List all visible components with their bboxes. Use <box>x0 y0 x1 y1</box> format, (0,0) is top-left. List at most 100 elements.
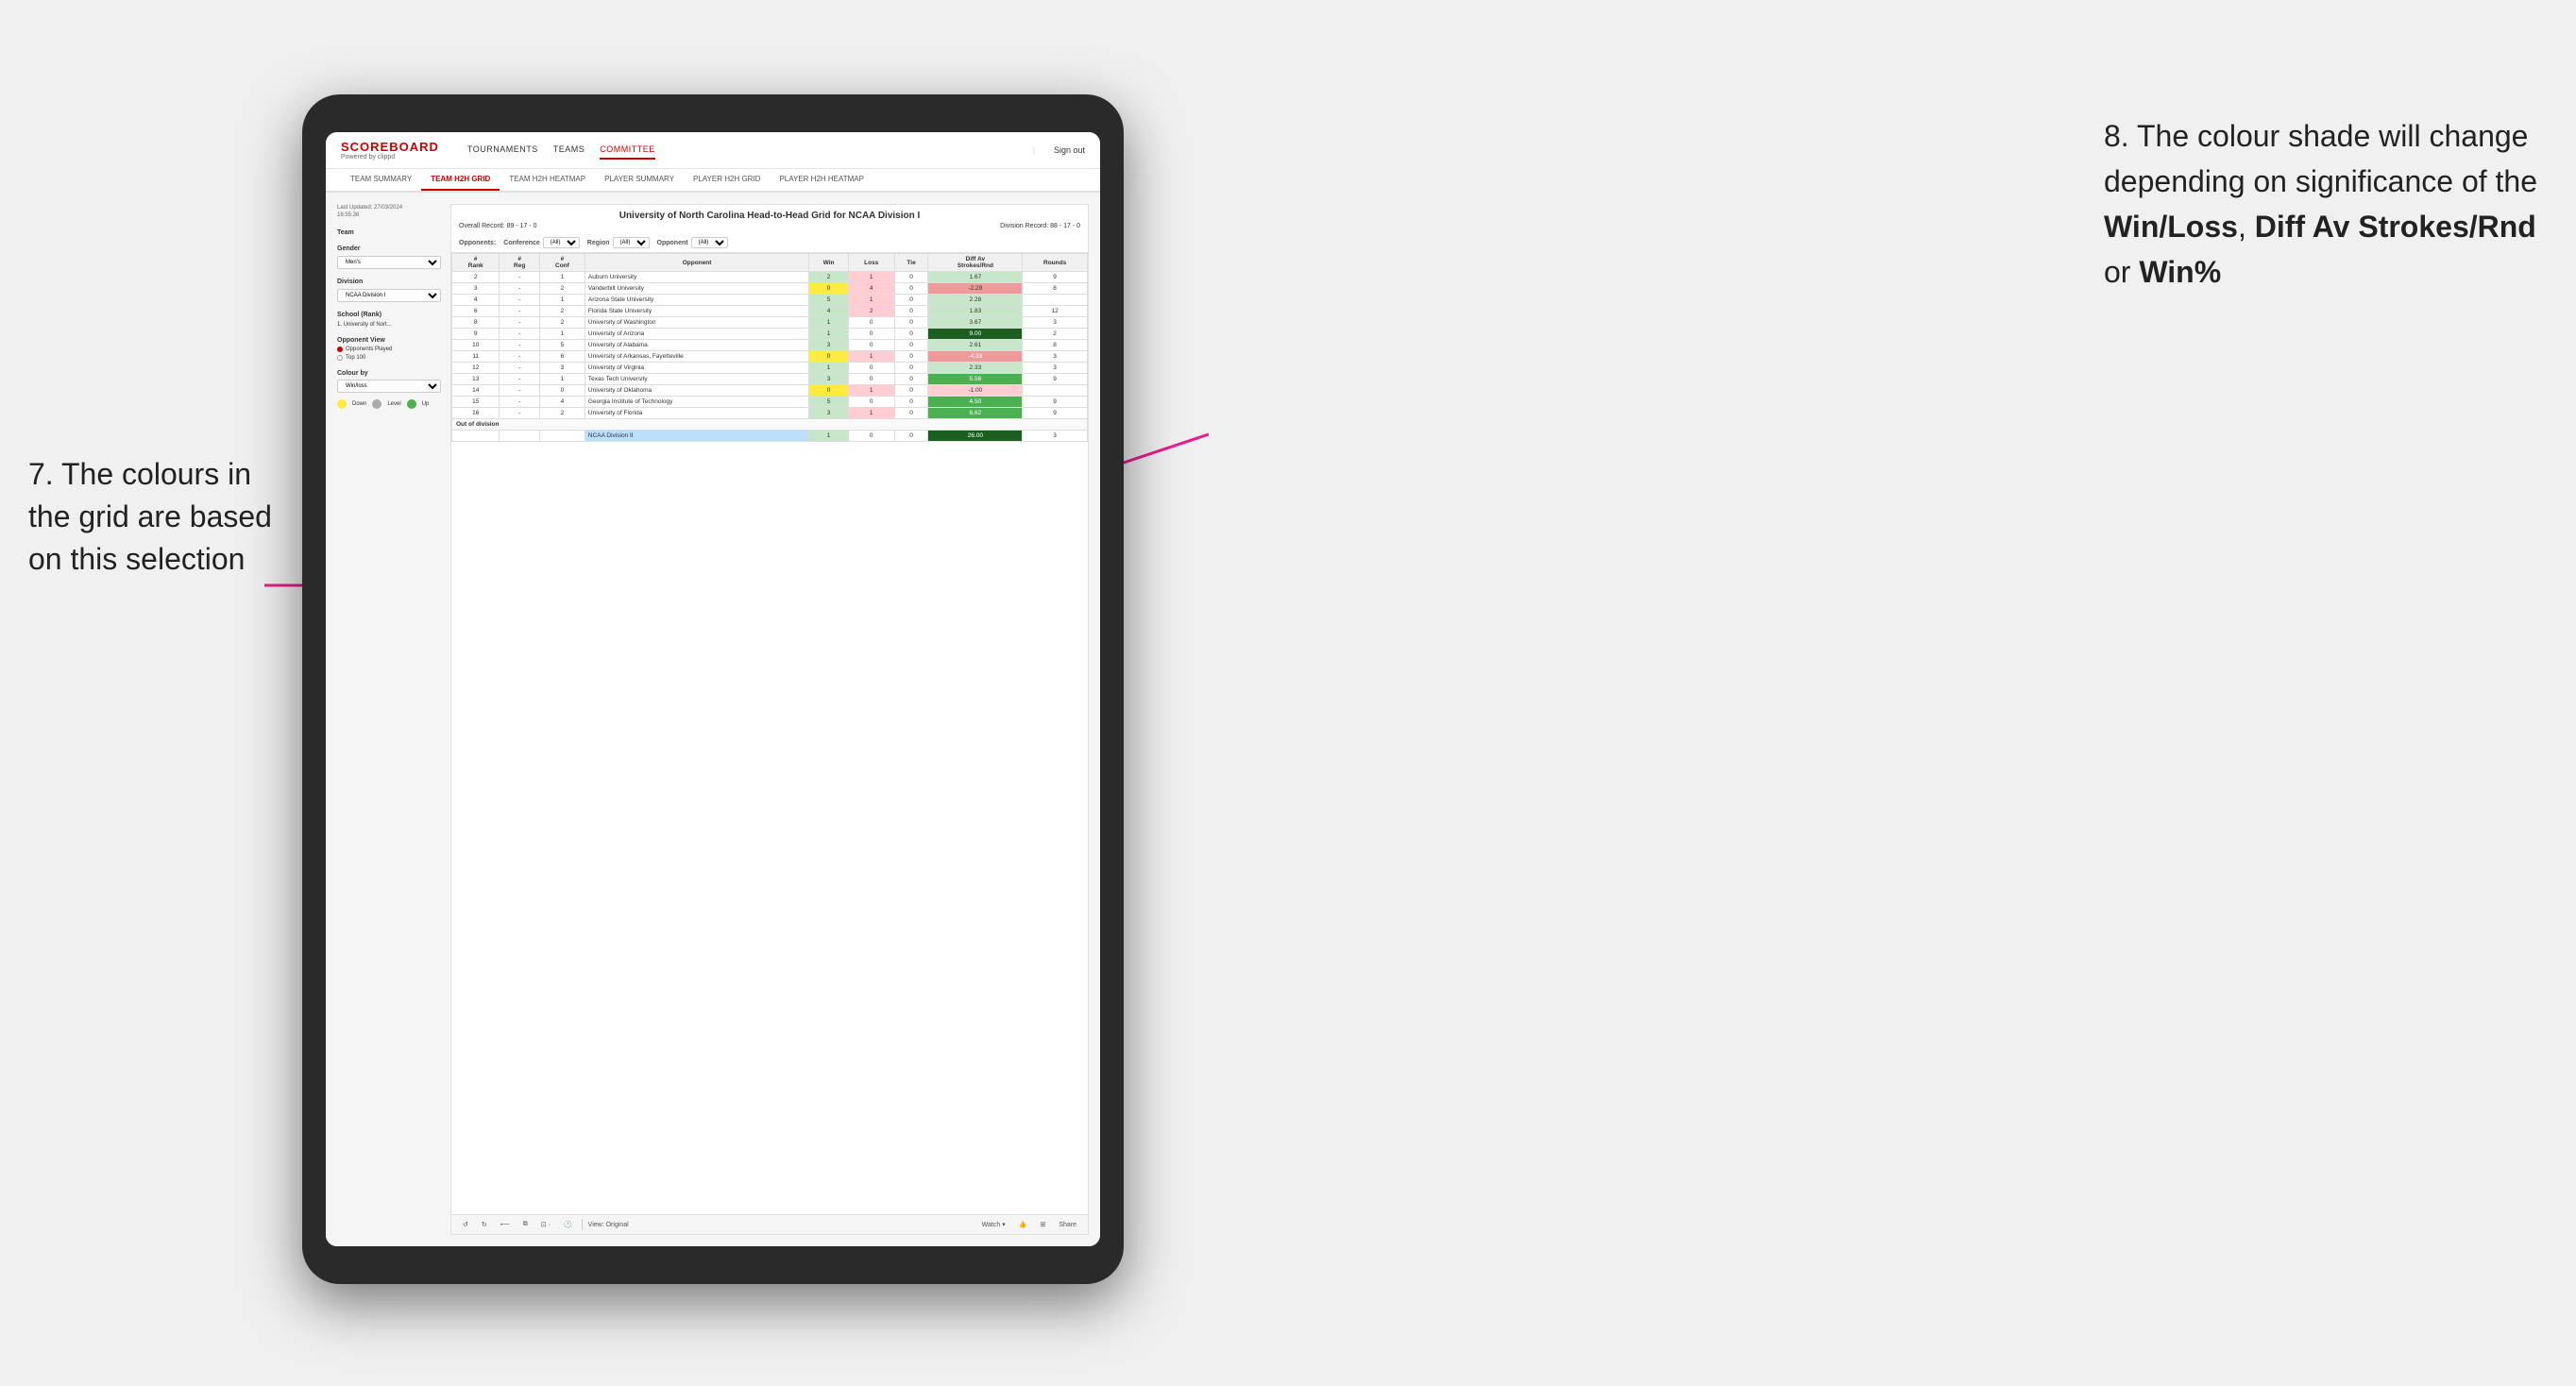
cell-rounds: 3 <box>1023 351 1088 363</box>
toolbar-redo[interactable]: ↻ <box>478 1219 491 1230</box>
th-rank: #Rank <box>452 254 500 272</box>
cell-loss: 2 <box>848 306 894 317</box>
cell-reg: - <box>500 397 539 408</box>
cell-win: 0 <box>809 385 849 397</box>
team-label: Team <box>337 229 441 236</box>
toolbar-grid-icon[interactable]: ⊞ <box>1036 1219 1049 1230</box>
cell-diff: -1.00 <box>928 385 1023 397</box>
cell-opponent: Texas Tech University <box>585 374 808 385</box>
sub-nav-player-h2h-heatmap[interactable]: PLAYER H2H HEATMAP <box>770 169 873 191</box>
cell-loss: 4 <box>848 283 894 295</box>
cell-conf: 0 <box>539 385 585 397</box>
region-select[interactable]: (All) <box>613 237 650 248</box>
toolbar-watch[interactable]: Watch ▾ <box>978 1219 1009 1230</box>
table-row: 6 - 2 Florida State University 4 2 0 1.8… <box>452 306 1088 317</box>
cell-conf: 2 <box>539 283 585 295</box>
th-tie: Tie <box>894 254 928 272</box>
sign-out-link[interactable]: Sign out <box>1054 145 1085 155</box>
tablet-screen: SCOREBOARD Powered by clippd TOURNAMENTS… <box>326 132 1100 1246</box>
toolbar-clock[interactable]: 🕐 <box>560 1219 576 1230</box>
toolbar-undo[interactable]: ↺ <box>459 1219 472 1230</box>
opponent-select[interactable]: (All) <box>691 237 728 248</box>
sub-nav-player-summary[interactable]: PLAYER SUMMARY <box>595 169 684 191</box>
table-row: 10 - 5 University of Alabama 3 0 0 2.61 … <box>452 340 1088 351</box>
conference-select[interactable]: (All) <box>543 237 580 248</box>
main-content: Last Updated: 27/03/2024 16:55:38 Team G… <box>326 193 1100 1246</box>
filter-opponent: Opponent (All) <box>657 237 728 248</box>
conference-label: Conference <box>503 240 540 246</box>
cell-opponent: University of Virginia <box>585 363 808 374</box>
cell-conf: 2 <box>539 317 585 329</box>
colour-by-select[interactable]: Win/loss <box>337 380 441 393</box>
nav-teams[interactable]: TEAMS <box>553 141 585 160</box>
toolbar-share[interactable]: Share <box>1055 1220 1080 1230</box>
cell-rounds: 9 <box>1023 272 1088 283</box>
cell-loss: 0 <box>848 340 894 351</box>
table-container[interactable]: #Rank #Reg #Conf Opponent Win Loss Tie D… <box>451 253 1088 1214</box>
table-row: 12 - 3 University of Virginia 1 0 0 2.33… <box>452 363 1088 374</box>
cell-win: 4 <box>809 306 849 317</box>
cell-conf: 1 <box>539 374 585 385</box>
cell-reg: - <box>500 272 539 283</box>
cell-win: 5 <box>809 295 849 306</box>
cell-opponent: University of Florida <box>585 408 808 419</box>
opponent-view-section: Opponent View Opponents Played Top 100 <box>337 337 441 361</box>
radio-opponents-played[interactable]: Opponents Played <box>337 346 441 352</box>
cell-tie: 0 <box>894 408 928 419</box>
bottom-toolbar: ↺ ↻ ⟵ ⧉ ⊡ · 🕐 View: Original Watch ▾ 👍 ⊞… <box>451 1214 1088 1234</box>
cell-rounds: 9 <box>1023 374 1088 385</box>
sidebar: Last Updated: 27/03/2024 16:55:38 Team G… <box>337 204 441 1235</box>
radio-top-100[interactable]: Top 100 <box>337 355 441 361</box>
nav-committee[interactable]: COMMITTEE <box>600 141 655 160</box>
cell-conf: 3 <box>539 363 585 374</box>
cell-rank: 10 <box>452 340 500 351</box>
cell-reg: - <box>500 408 539 419</box>
sub-nav-team-h2h-grid[interactable]: TEAM H2H GRID <box>421 169 500 191</box>
cell-rounds: 12 <box>1023 306 1088 317</box>
sub-nav-player-h2h-grid[interactable]: PLAYER H2H GRID <box>684 169 770 191</box>
cell-opponent: University of Arizona <box>585 329 808 340</box>
sub-nav-team-summary[interactable]: TEAM SUMMARY <box>341 169 421 191</box>
toolbar-back[interactable]: ⟵ <box>497 1219 514 1230</box>
toolbar-paste[interactable]: ⊡ · <box>537 1219 554 1230</box>
legend-down-label: Down <box>352 401 366 407</box>
filter-region: Region (All) <box>587 237 650 248</box>
th-win: Win <box>809 254 849 272</box>
grid-title: University of North Carolina Head-to-Hea… <box>451 205 1088 223</box>
th-opponent: Opponent <box>585 254 808 272</box>
app-logo-sub: Powered by clippd <box>341 154 439 161</box>
toolbar-copy[interactable]: ⧉ <box>519 1219 532 1230</box>
overall-record: Overall Record: 89 - 17 - 0 <box>459 223 536 229</box>
cell-win: 1 <box>809 317 849 329</box>
legend-up-dot <box>407 399 416 409</box>
cell-rank: 4 <box>452 295 500 306</box>
cell-rounds: 8 <box>1023 340 1088 351</box>
opponent-view-label: Opponent View <box>337 337 441 344</box>
cell-rounds: 9 <box>1023 408 1088 419</box>
table-header-row: #Rank #Reg #Conf Opponent Win Loss Tie D… <box>452 254 1088 272</box>
division-select[interactable]: NCAA Division I <box>337 289 441 302</box>
cell-opponent: Arizona State University <box>585 295 808 306</box>
app-header: SCOREBOARD Powered by clippd TOURNAMENTS… <box>326 132 1100 169</box>
cell-tie: 0 <box>894 272 928 283</box>
cell-opponent: Florida State University <box>585 306 808 317</box>
toolbar-thumbup[interactable]: 👍 <box>1015 1219 1031 1230</box>
cell-rank: 3 <box>452 283 500 295</box>
cell-tie: 0 <box>894 363 928 374</box>
sub-nav-team-h2h-heatmap[interactable]: TEAM H2H HEATMAP <box>500 169 595 191</box>
cell-conf: 4 <box>539 397 585 408</box>
tablet-device: SCOREBOARD Powered by clippd TOURNAMENTS… <box>302 94 1124 1284</box>
cell-tie: 0 <box>894 317 928 329</box>
cell-diff: -4.33 <box>928 351 1023 363</box>
cell-win: 3 <box>809 340 849 351</box>
gender-select[interactable]: Men's <box>337 256 441 269</box>
cell-reg: - <box>500 363 539 374</box>
sidebar-school-section: School (Rank) 1. University of Nort... <box>337 312 441 328</box>
nav-tournaments[interactable]: TOURNAMENTS <box>467 141 538 160</box>
h2h-table: #Rank #Reg #Conf Opponent Win Loss Tie D… <box>451 253 1088 442</box>
out-of-division-row: NCAA Division II 1 0 0 26.00 3 <box>452 431 1088 442</box>
cell-tie: 0 <box>894 306 928 317</box>
cell-tie: 0 <box>894 283 928 295</box>
cell-tie: 0 <box>894 329 928 340</box>
table-row: 9 - 1 University of Arizona 1 0 0 9.00 2 <box>452 329 1088 340</box>
